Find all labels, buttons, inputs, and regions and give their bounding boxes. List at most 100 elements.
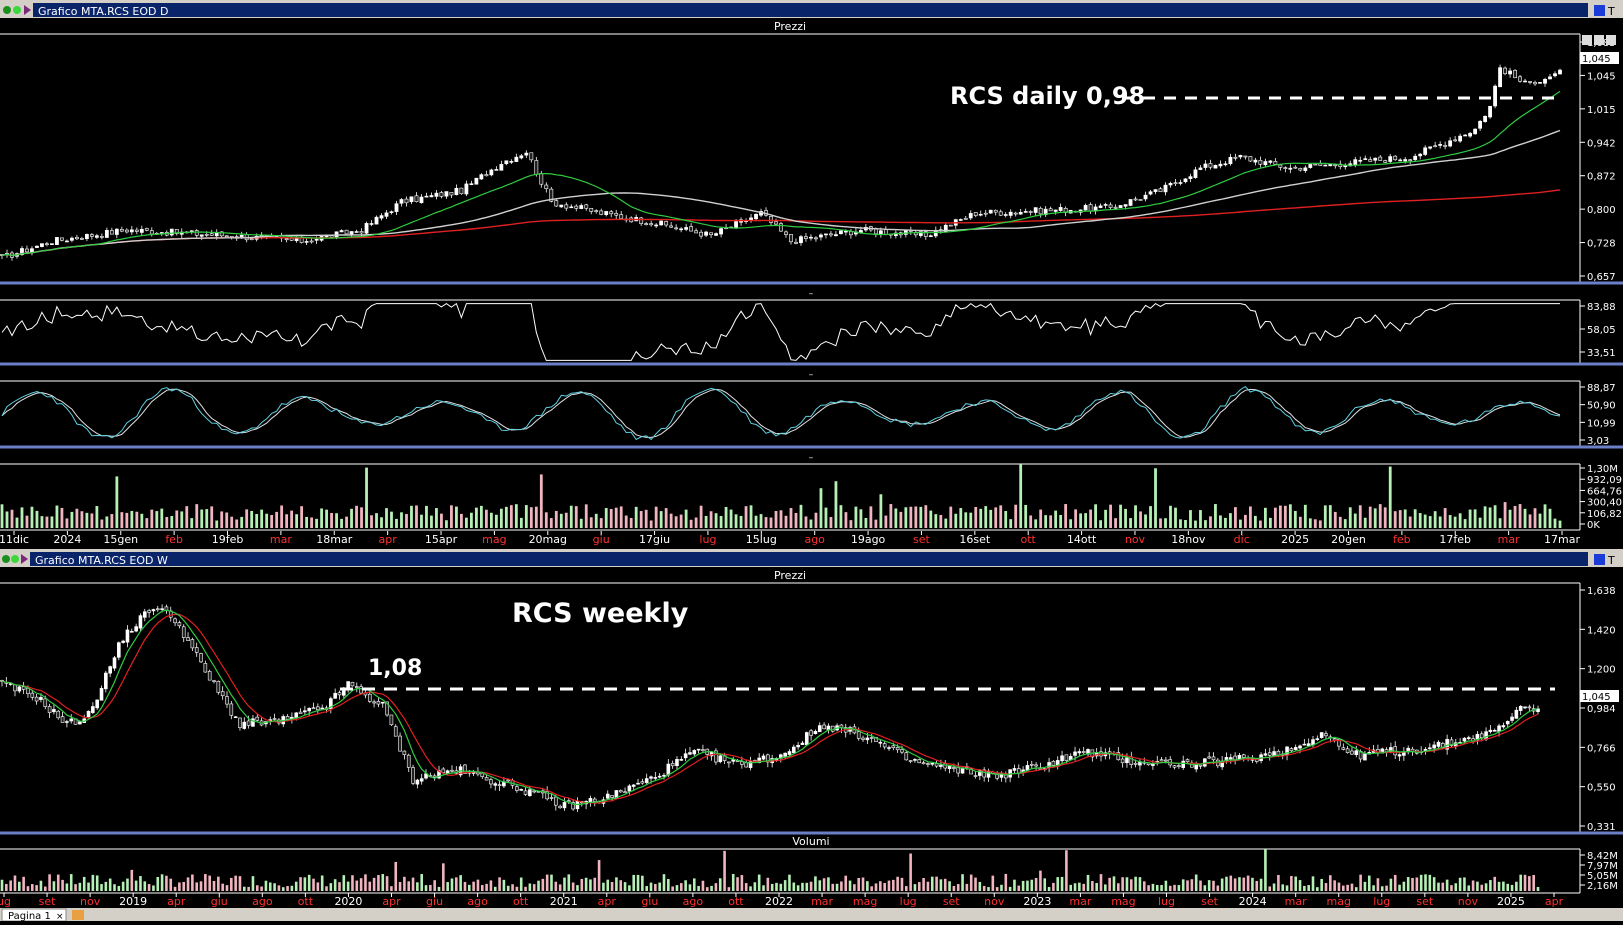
daily-candle [784, 231, 788, 235]
daily-volume-bar [190, 518, 194, 528]
text-tool-icon[interactable]: T [1607, 5, 1615, 18]
daily-volume-bar [350, 508, 353, 528]
weekly-volume-bar [658, 882, 661, 891]
weekly-volume-bar [446, 882, 449, 891]
daily-volume-bar [914, 506, 918, 528]
weekly-candle [1211, 756, 1216, 761]
maximize-icon[interactable] [1594, 5, 1605, 16]
weekly-candle [804, 732, 809, 746]
daily-volume-bar [949, 506, 953, 528]
weekly-candle [973, 775, 978, 777]
weekly-candle [21, 686, 26, 690]
weekly-candle [242, 721, 247, 729]
daily-candle [804, 236, 808, 239]
weekly-candle [882, 743, 887, 748]
daily-volume-bar [235, 519, 239, 528]
daily-volume-bar [1288, 504, 1292, 528]
date-label: 17feb [1439, 533, 1471, 546]
weekly-volume-bar [567, 874, 571, 891]
window-menu-icon[interactable] [3, 6, 11, 14]
daily-volume-bar [50, 516, 54, 528]
daily-volume-bar [1034, 519, 1038, 528]
new-sheet-icon[interactable] [72, 910, 84, 920]
daily-candle [1148, 191, 1153, 195]
daily-volume-bar [305, 516, 309, 528]
daily-candle [1113, 206, 1118, 209]
weekly-candle [350, 682, 355, 687]
weekly-volume-bar [576, 885, 579, 891]
daily-volume-bar [215, 520, 219, 528]
weekly-volume-bar [904, 886, 908, 891]
daily-title-bar[interactable] [33, 3, 1588, 17]
daily-volume-bar [275, 511, 279, 528]
daily-volume-bar [839, 505, 843, 528]
daily-volume-bar [280, 505, 284, 528]
sheet-tab-bar [0, 908, 1623, 921]
date-label: 16set [959, 533, 990, 546]
daily-candle [35, 245, 39, 248]
window-menu-icon[interactable] [2, 555, 10, 563]
weekly-candle [1263, 753, 1268, 756]
daily-candle [1488, 105, 1492, 118]
weekly-volume-bar [1298, 880, 1302, 891]
weekly-candle [173, 618, 177, 624]
weekly-volume-bar [1329, 875, 1332, 891]
daily-candle [284, 238, 289, 241]
weekly-candle [86, 710, 91, 718]
weekly-volume-bar [1225, 876, 1228, 891]
weekly-volume-bar [1484, 883, 1488, 891]
daily-volume-bar [85, 512, 89, 528]
restore-pane-icon[interactable] [1594, 35, 1604, 45]
daily-candle [1528, 81, 1532, 83]
weekly-candle [233, 716, 238, 718]
date-label: giu [426, 895, 443, 908]
sheet-tab-close-icon[interactable]: × [56, 912, 64, 922]
axis-tick-label: 1,638 [1587, 586, 1616, 597]
daily-volume-bar [894, 508, 898, 528]
daily-volume-bar [1039, 509, 1043, 528]
weekly-volume-bar [1203, 885, 1207, 891]
weekly-candle [190, 639, 195, 649]
minimize-pane-icon[interactable] [1582, 35, 1592, 45]
maximize-icon[interactable] [1594, 554, 1605, 565]
weekly-volume-bar [537, 880, 540, 891]
daily-volume-bar [1403, 509, 1407, 528]
daily-candle [249, 238, 254, 241]
weekly-volume-bar [113, 884, 116, 891]
daily-candle [114, 228, 119, 235]
weekly-candle [376, 701, 381, 705]
daily-volume-bar [1308, 518, 1312, 528]
text-tool-icon[interactable]: T [1607, 554, 1615, 567]
daily-volume-bar [1558, 520, 1562, 528]
daily-volume-bar [534, 506, 538, 528]
weekly-volume-bar [1437, 882, 1440, 891]
daily-candle [1278, 164, 1283, 168]
daily-volume-bar [1358, 505, 1362, 528]
daily-candle [1403, 159, 1408, 162]
weekly-title-bar[interactable] [30, 552, 1588, 566]
weekly-candle [878, 741, 883, 744]
daily-candle [839, 230, 843, 235]
weekly-candle [52, 709, 56, 713]
weekly-volume-bar [1290, 875, 1293, 891]
weekly-volume-bar [1104, 884, 1107, 891]
weekly-volume-bar [1212, 880, 1215, 891]
weekly-candle [1492, 730, 1497, 732]
weekly-volume-bar [82, 876, 86, 891]
daily-volume-bar [804, 516, 808, 528]
weekly-candle [207, 671, 212, 681]
daily-volume-bar [474, 507, 478, 528]
weekly-candle [199, 653, 203, 663]
close-pane-icon[interactable] [1606, 35, 1616, 45]
weekly-volume-bar [1303, 885, 1306, 891]
daily-candle [1428, 146, 1433, 149]
daily-volume-bar [1538, 513, 1542, 528]
daily-candle [119, 229, 124, 232]
weekly-candle [1207, 756, 1211, 759]
weekly-volume-bar [208, 875, 211, 891]
weekly-volume-bar [671, 886, 674, 891]
daily-volume-bar [335, 513, 338, 528]
daily-candle [479, 174, 484, 180]
weekly-candle [398, 735, 402, 752]
weekly-volume-bar [390, 886, 393, 891]
